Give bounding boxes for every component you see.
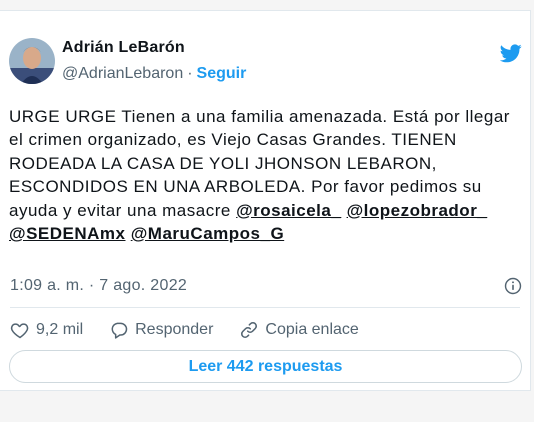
avatar[interactable] xyxy=(9,38,55,84)
divider xyxy=(10,307,520,308)
copy-link-button[interactable]: Copia enlace xyxy=(239,320,359,340)
tweet-card: Adrián LeBarón @AdrianLebaron · Seguir U… xyxy=(0,10,531,391)
separator-dot: · xyxy=(187,65,193,82)
mention-rosaicela[interactable]: @rosaicela_ xyxy=(236,201,341,220)
follow-button[interactable]: Seguir xyxy=(197,65,247,83)
author-handle[interactable]: @AdrianLebaron xyxy=(62,65,183,83)
heart-icon xyxy=(10,323,29,339)
mention-marucampos[interactable]: @MaruCampos_G xyxy=(131,224,284,243)
read-replies-button[interactable]: Leer 442 respuestas xyxy=(9,350,522,383)
mention-lopezobrador[interactable]: @lopezobrador_ xyxy=(347,201,488,220)
author-name[interactable]: Adrián LeBarón xyxy=(62,39,185,57)
copy-link-label: Copia enlace xyxy=(265,321,359,338)
like-count: 9,2 mil xyxy=(36,321,84,338)
reply-icon xyxy=(111,322,128,339)
twitter-bird-icon[interactable] xyxy=(499,44,522,63)
handle-row: @AdrianLebaron · Seguir xyxy=(62,65,246,83)
mention-sedenamx[interactable]: @SEDENAmx xyxy=(9,224,126,243)
info-icon[interactable] xyxy=(504,277,522,295)
tweet-timestamp[interactable]: 1:09 a. m. · 7 ago. 2022 xyxy=(10,277,187,295)
action-bar: 9,2 mil Responder Copia enlace xyxy=(10,320,359,340)
tweet-text: URGE URGE Tienen a una familia amenazada… xyxy=(9,105,524,245)
reply-label: Responder xyxy=(135,321,214,338)
like-button[interactable]: 9,2 mil xyxy=(10,320,83,340)
link-icon xyxy=(241,322,258,338)
reply-button[interactable]: Responder xyxy=(109,320,213,340)
